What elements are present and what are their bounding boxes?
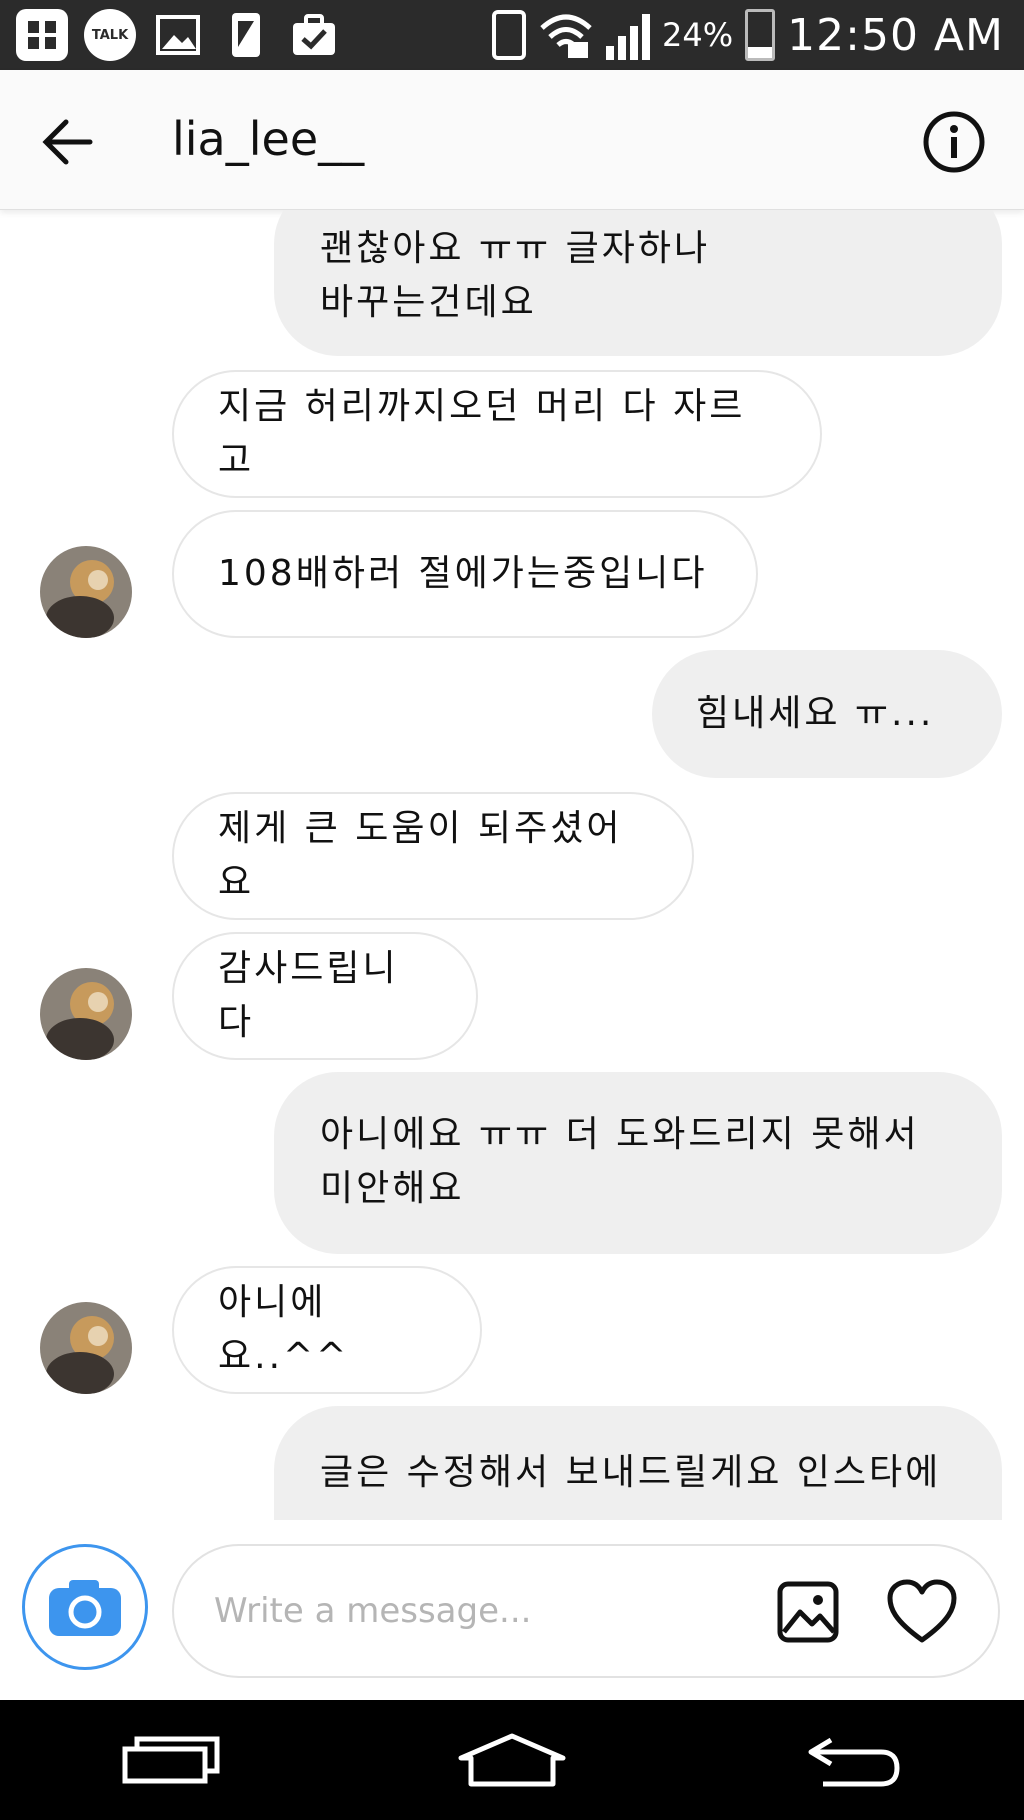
kakaotalk-icon: TALK — [84, 9, 136, 61]
task-notification-icon — [288, 9, 340, 61]
screenshot-notification-icon — [220, 9, 272, 61]
message-line: 바꾸는건데요 — [320, 282, 537, 323]
outgoing-message[interactable]: 아니에요 ㅠㅠ 더 도와드리지 못해서 미안해요 — [274, 1072, 1002, 1254]
message-text: 아니에요..^^ — [218, 1282, 350, 1377]
signal-icon — [606, 10, 651, 60]
gallery-icon[interactable] — [776, 1580, 840, 1644]
message-composer — [0, 1520, 1024, 1700]
incoming-message[interactable]: 감사드립니다 — [172, 932, 478, 1060]
clock: 12:50 AM — [787, 9, 1004, 61]
system-navigation-bar — [0, 1700, 1024, 1820]
sender-avatar[interactable] — [40, 1302, 132, 1394]
system-indicators: 24% 12:50 AM — [492, 9, 1024, 61]
message-line: 아니에요 ㅠㅠ 더 도와드리지 못해서 — [320, 1114, 920, 1155]
apps-notification-icon — [16, 9, 68, 61]
battery-percent: 24% — [662, 16, 734, 54]
message-line: 괜찮아요 ㅠㅠ 글자하나 — [320, 228, 711, 269]
conversation-username[interactable]: lia_lee__ — [172, 112, 364, 166]
info-icon[interactable] — [922, 110, 986, 174]
outgoing-message[interactable]: 힘내세요 ㅠ... — [652, 650, 1002, 778]
wifi-lock-icon — [540, 14, 592, 58]
outgoing-message[interactable]: 괜찮아요 ㅠㅠ 글자하나 바꾸는건데요 — [274, 210, 1002, 356]
sender-avatar[interactable] — [40, 546, 132, 638]
incoming-message[interactable]: 제게 큰 도움이 되주셨어요 — [172, 792, 694, 920]
incoming-message[interactable]: 108배하러 절에가는중입니다 — [172, 510, 758, 638]
nav-back-icon — [808, 1737, 900, 1787]
message-text: 감사드립니다 — [218, 948, 399, 1043]
message-line: 글은 수정해서 보내드릴게요 인스타에 — [320, 1452, 942, 1493]
vibrate-icon — [492, 10, 527, 60]
outgoing-message[interactable]: 글은 수정해서 보내드릴게요 인스타에 — [274, 1406, 1002, 1520]
recent-apps-button[interactable] — [111, 1720, 231, 1800]
message-field — [172, 1544, 1000, 1678]
sender-avatar[interactable] — [40, 968, 132, 1060]
back-arrow-icon[interactable] — [40, 114, 96, 170]
recent-apps-icon — [122, 1736, 220, 1784]
notification-icons: TALK — [0, 9, 340, 61]
home-button[interactable] — [452, 1720, 572, 1800]
home-icon — [458, 1733, 566, 1787]
camera-button[interactable] — [22, 1544, 148, 1670]
battery-icon — [745, 9, 776, 61]
heart-icon[interactable] — [886, 1578, 958, 1646]
back-button[interactable] — [793, 1720, 913, 1800]
status-bar: TALK 24% 12:50 AM — [0, 0, 1024, 70]
message-text: 108배하러 절에가는중입니다 — [218, 553, 708, 594]
talk-label: TALK — [91, 27, 129, 43]
camera-icon — [49, 1580, 121, 1636]
message-thread[interactable]: 괜찮아요 ㅠㅠ 글자하나 바꾸는건데요 지금 허리까지오던 머리 다 자르고 1… — [0, 210, 1024, 1520]
message-line: 미안해요 — [320, 1168, 465, 1209]
incoming-message[interactable]: 지금 허리까지오던 머리 다 자르고 — [172, 370, 822, 498]
message-text: 힘내세요 ㅠ... — [696, 693, 935, 734]
message-text: 제게 큰 도움이 되주셨어요 — [218, 808, 623, 903]
conversation-header: lia_lee__ — [0, 70, 1024, 210]
message-input[interactable] — [214, 1576, 714, 1646]
incoming-message[interactable]: 아니에요..^^ — [172, 1266, 482, 1394]
message-text: 지금 허리까지오던 머리 다 자르고 — [218, 386, 746, 481]
image-notification-icon — [152, 9, 204, 61]
